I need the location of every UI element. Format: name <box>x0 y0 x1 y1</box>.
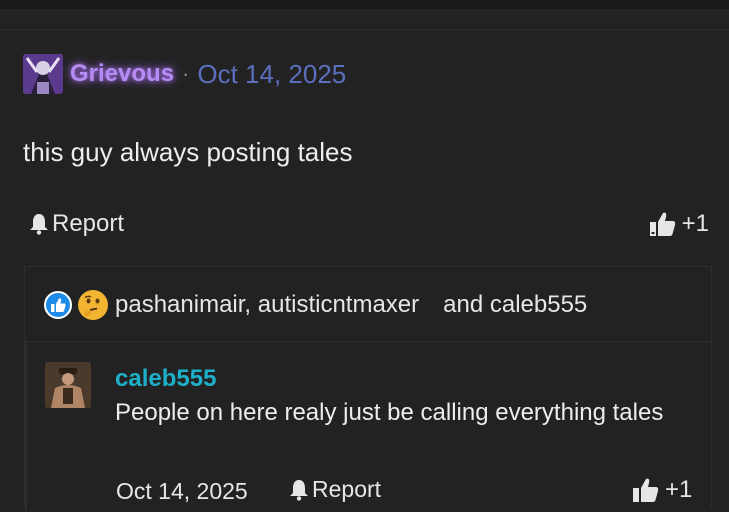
reply-author-link[interactable]: caleb555 <box>115 365 216 393</box>
reply-report-button[interactable]: Report <box>289 476 381 503</box>
post-author-link[interactable]: Grievous <box>70 60 174 88</box>
bell-icon <box>30 214 48 235</box>
report-button[interactable]: Report <box>29 210 124 238</box>
post-actions: Report +1 <box>29 206 709 242</box>
like-button[interactable]: +1 <box>648 210 709 238</box>
avatar-image <box>45 362 91 408</box>
reactor-names: pashanimair, autisticntmaxer <box>115 291 420 318</box>
report-label: Report <box>52 210 125 237</box>
divider <box>0 29 729 30</box>
post-body: this guy always posting tales <box>23 137 353 167</box>
reply-item: caleb555 People on here realy just be ca… <box>25 342 711 512</box>
avatar[interactable] <box>23 54 63 94</box>
thumbs-up-reaction-icon <box>44 291 72 319</box>
post-date-link[interactable]: Oct 14, 2025 <box>197 59 346 90</box>
avatar-image <box>23 54 63 94</box>
bell-icon <box>290 479 308 501</box>
post-header: Grievous · Oct 14, 2025 <box>23 53 346 95</box>
thinking-face-reaction-icon <box>78 290 108 320</box>
reactor-others-link[interactable]: and caleb555 <box>443 291 587 319</box>
top-bar <box>0 0 729 11</box>
like-count: +1 <box>681 210 709 237</box>
avatar[interactable] <box>45 362 91 408</box>
report-label: Report <box>312 476 382 502</box>
reply-body: People on here realy just be calling eve… <box>115 399 664 426</box>
reply-date-link[interactable]: Oct 14, 2025 <box>116 478 248 505</box>
separator-dot: · <box>182 61 190 86</box>
replies-container: pashanimair, autisticntmaxer and caleb55… <box>24 266 712 512</box>
reactions-summary[interactable]: pashanimair, autisticntmaxer and caleb55… <box>44 287 587 323</box>
thumbs-up-icon <box>649 212 675 236</box>
